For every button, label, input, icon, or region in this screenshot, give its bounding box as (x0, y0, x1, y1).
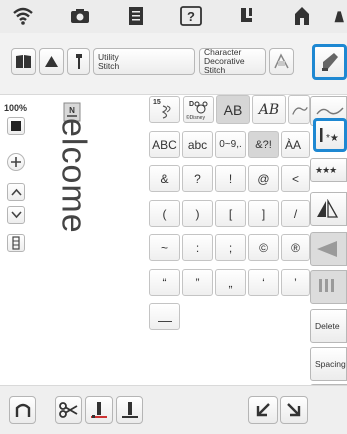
needle-stop-icon[interactable] (116, 396, 143, 424)
tab-accented[interactable]: ÀA (281, 131, 310, 158)
char-key[interactable]: [ (215, 200, 246, 227)
char-key[interactable]: „ (215, 269, 246, 296)
char-key[interactable]: ) (182, 200, 213, 227)
char-key[interactable]: © (248, 234, 279, 261)
repeat-icon[interactable] (310, 270, 347, 304)
char-key[interactable]: / (281, 200, 310, 227)
book-icon[interactable] (11, 48, 36, 75)
tab-lowercase[interactable]: abc (182, 131, 213, 158)
scissors-icon[interactable] (55, 396, 82, 424)
accessory-icon[interactable] (333, 5, 347, 27)
arrow-down-left-icon[interactable] (248, 396, 278, 424)
help-icon[interactable]: ? (179, 5, 203, 27)
edit-highlight-button[interactable] (312, 44, 347, 80)
font-script-button[interactable]: AB (252, 95, 286, 124)
font-style-15-button[interactable]: 15 (149, 96, 180, 123)
align-icon[interactable] (7, 234, 25, 252)
font-ab-button[interactable]: AB (216, 95, 250, 124)
spacing-button[interactable]: Spacing (310, 347, 347, 381)
chevron-up-icon[interactable] (7, 183, 25, 201)
arrow-down-right-icon[interactable] (280, 396, 308, 424)
char-key[interactable]: “ (149, 269, 180, 296)
utility-stitch-button[interactable]: Utility Stitch (93, 48, 195, 75)
char-key[interactable]: ‘ (248, 269, 279, 296)
char-key[interactable]: ® (281, 234, 310, 261)
space-key[interactable] (149, 303, 180, 330)
char-key[interactable]: ! (215, 165, 246, 192)
disney-label: ©Disney (186, 115, 205, 121)
thread-icon[interactable] (235, 5, 259, 27)
char-key[interactable]: ] (248, 200, 279, 227)
plus-icon[interactable] (7, 153, 25, 171)
char-key[interactable]: ’ (281, 269, 310, 296)
embroidery-preview: elcome (43, 118, 103, 298)
triangle-icon[interactable] (39, 48, 64, 75)
delete-button[interactable]: Delete (310, 309, 347, 343)
char-key[interactable]: & (149, 165, 180, 192)
mirror-icon[interactable] (310, 192, 347, 226)
document-icon[interactable] (124, 5, 148, 27)
tab-symbols[interactable]: &?! (248, 131, 279, 158)
tab-numbers[interactable]: 0~9,. (215, 131, 246, 158)
character-decorative-stitch-button[interactable]: Character Decorative Stitch (199, 48, 266, 75)
font-partial-button[interactable] (288, 95, 310, 124)
character-spacing-highlight-button[interactable]: *★ (313, 118, 347, 152)
tab-uppercase[interactable]: ABC (149, 131, 180, 158)
char-key[interactable]: ; (215, 234, 246, 261)
char-key[interactable]: < (281, 165, 310, 192)
char-key[interactable]: ” (182, 269, 213, 296)
preview-text: elcome (54, 118, 93, 234)
svg-text:D: D (189, 101, 194, 108)
transfer-icon[interactable] (269, 48, 294, 75)
char-key[interactable]: : (182, 234, 213, 261)
char-key[interactable]: ? (182, 165, 213, 192)
stop-icon[interactable] (7, 117, 25, 135)
char-key[interactable]: @ (248, 165, 279, 192)
svg-text:*★: *★ (326, 133, 339, 144)
flip-icon[interactable] (310, 232, 347, 266)
disney-font-button[interactable]: D ©Disney (183, 96, 214, 123)
zoom-level: 100% (4, 103, 28, 113)
svg-text:N: N (69, 106, 75, 115)
camera-icon[interactable] (68, 5, 92, 27)
svg-text:?: ? (187, 9, 195, 24)
presser-foot-lift-icon[interactable] (9, 396, 36, 424)
wifi-icon[interactable] (11, 5, 35, 27)
stars-button[interactable]: ★★★ (310, 158, 347, 182)
home-icon[interactable] (290, 5, 314, 27)
char-key[interactable]: ( (149, 200, 180, 227)
needle-position-icon[interactable] (85, 396, 113, 424)
char-key[interactable]: ~ (149, 234, 180, 261)
chevron-down-icon[interactable] (7, 206, 25, 224)
needle-icon[interactable] (67, 48, 90, 75)
